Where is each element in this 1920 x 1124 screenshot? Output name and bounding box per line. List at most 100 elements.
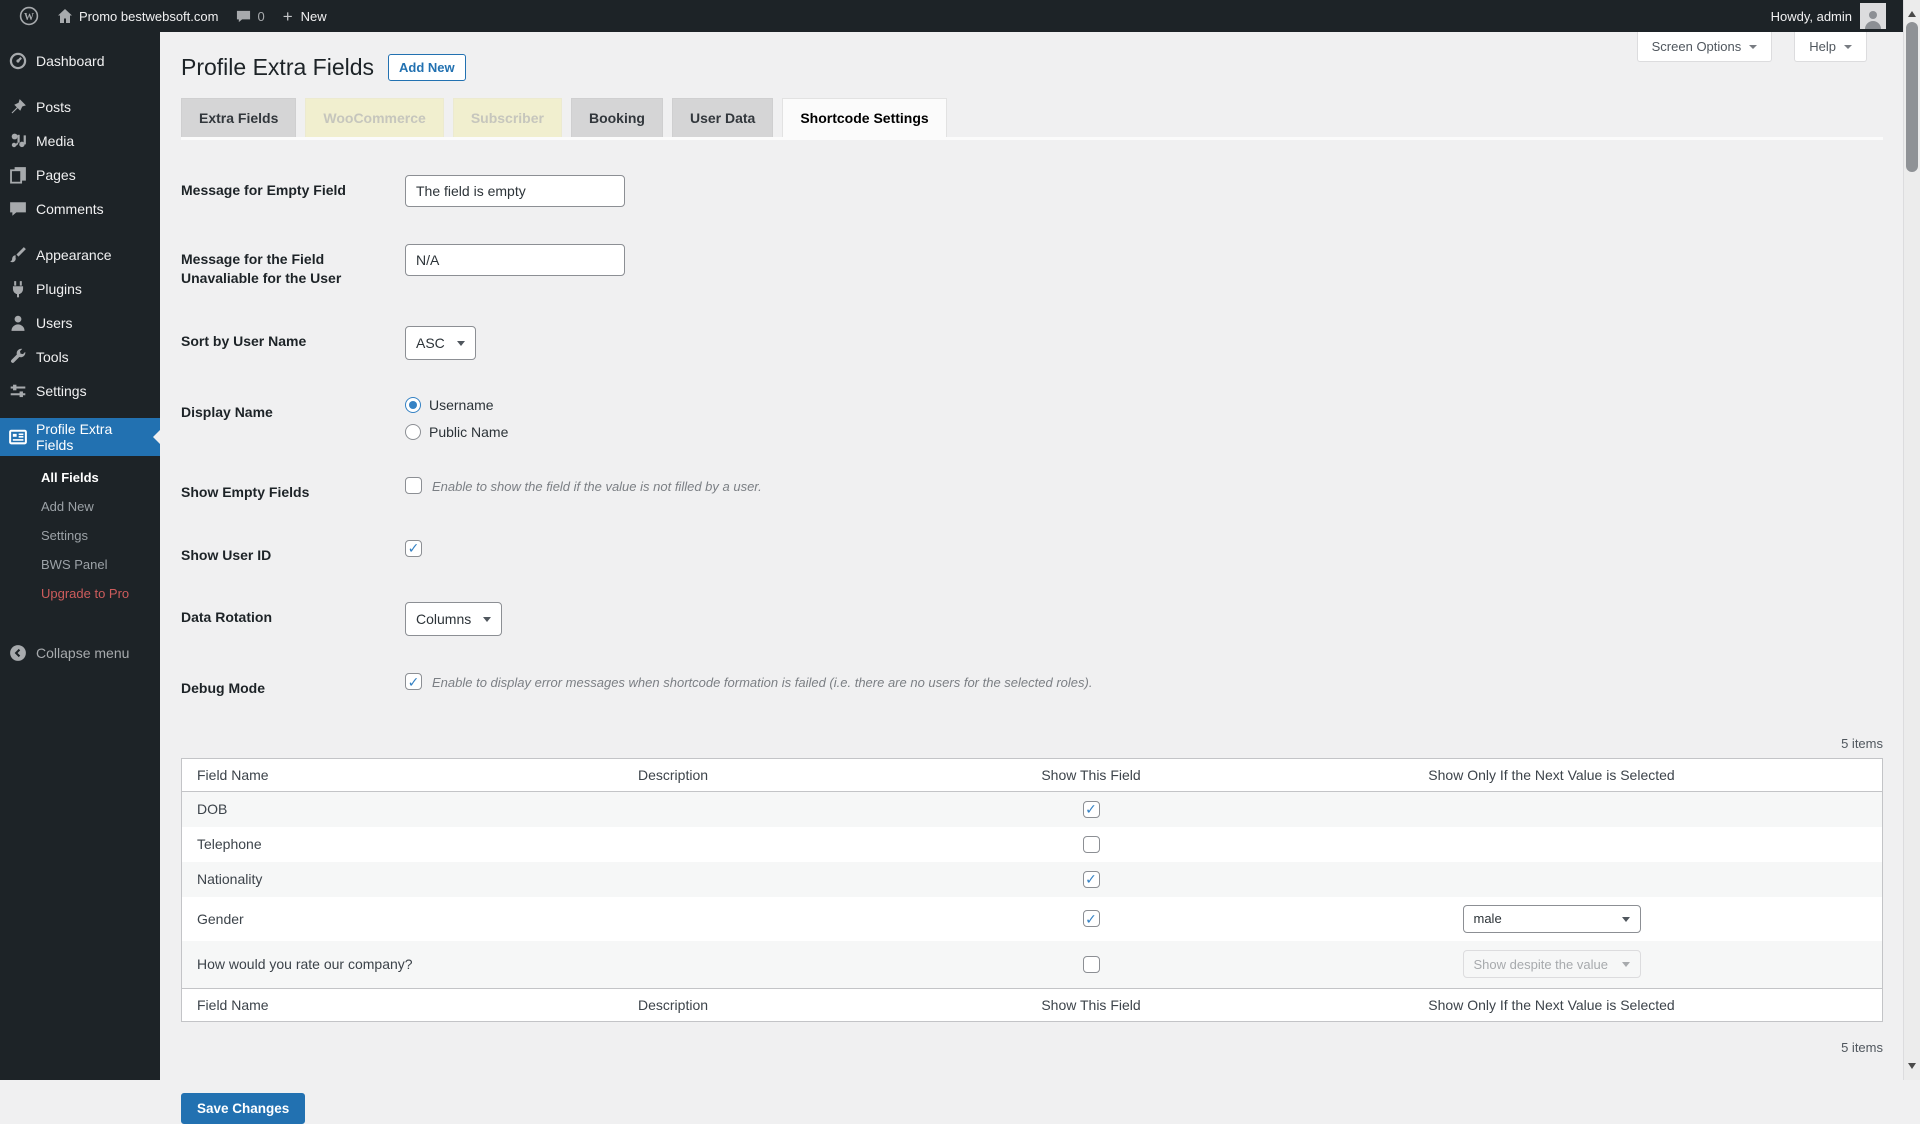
field-name-cell: Telephone [182,828,623,860]
comment-count: 0 [257,9,264,24]
avatar[interactable] [1860,3,1886,29]
screen-options-button[interactable]: Screen Options [1637,32,1773,62]
show-empty-fields-checkbox[interactable] [405,477,422,494]
tab-subscriber[interactable]: Subscriber [453,98,562,137]
help-label: Help [1809,39,1836,54]
debug-mode-checkbox[interactable] [405,673,422,690]
submenu-item-upgrade-to-pro[interactable]: Upgrade to Pro [0,579,160,608]
description-cell [623,911,961,927]
table-row: Gender male [182,897,1882,941]
tab-booking[interactable]: Booking [571,98,663,137]
radio-unselected[interactable] [405,424,421,440]
sidebar-item-pages[interactable]: Pages [0,158,160,192]
sidebar-item-settings[interactable]: Settings [0,374,160,408]
gender-value-select[interactable]: male [1463,905,1641,933]
sidebar-item-profile-extra-fields[interactable]: Profile Extra Fields [0,418,160,456]
show-field-checkbox[interactable] [1083,910,1100,927]
plus-icon: + [283,8,293,25]
show-field-checkbox[interactable] [1083,956,1100,973]
user-icon [9,314,27,332]
radio-selected[interactable] [405,397,421,413]
site-link[interactable]: Promo bestwebsoft.com [48,0,227,32]
scroll-down-arrow-icon[interactable] [1908,1063,1916,1073]
show-user-id-checkbox[interactable] [405,540,422,557]
sidebar-item-label: Pages [36,167,76,183]
help-button[interactable]: Help [1794,32,1867,62]
table-row: Telephone [182,827,1882,862]
display-name-public-name-option[interactable]: Public Name [405,424,508,440]
submenu-item-all-fields[interactable]: All Fields [0,463,160,492]
collapse-icon [9,644,27,662]
sidebar-item-label: Posts [36,99,71,115]
rate-company-value-select-value: Show despite the value [1474,957,1608,972]
sidebar-item-label: Comments [36,201,104,217]
sidebar-item-users[interactable]: Users [0,306,160,340]
sort-label: Sort by User Name [181,326,405,360]
sidebar-item-media[interactable]: Media [0,124,160,158]
tab-shortcode-settings[interactable]: Shortcode Settings [782,98,946,137]
fields-table: Field Name Description Show This Field S… [181,758,1883,1022]
scrollbar-thumb[interactable] [1906,22,1918,172]
header-show-this-field: Show This Field [961,759,1231,791]
description-cell [623,836,961,852]
new-content-menu[interactable]: + New [274,0,336,32]
save-changes-button[interactable]: Save Changes [181,1093,305,1124]
submenu-item-settings[interactable]: Settings [0,521,160,550]
field-name-cell: Nationality [182,863,623,895]
field-name-cell: How would you rate our company? [182,948,623,980]
chevron-down-icon [457,341,465,350]
page-title: Profile Extra Fields [181,53,374,83]
tab-user-data[interactable]: User Data [672,98,773,137]
footer-description: Description [623,989,961,1021]
unavailable-field-label: Message for the Field Unavaliable for th… [181,244,405,289]
collapse-menu-button[interactable]: Collapse menu [0,636,160,670]
menu-separator [0,226,160,238]
sidebar-item-label: Media [36,133,74,149]
sidebar-item-tools[interactable]: Tools [0,340,160,374]
comments-admin-item[interactable]: 0 [227,0,273,32]
collapse-menu-label: Collapse menu [36,645,129,661]
sidebar-item-plugins[interactable]: Plugins [0,272,160,306]
chevron-down-icon [1622,917,1630,926]
radio-label: Username [429,397,494,413]
table-row: DOB [182,792,1882,827]
show-field-checkbox[interactable] [1083,871,1100,888]
media-icon [9,132,27,150]
tab-woocommerce[interactable]: WooCommerce [305,98,443,137]
sidebar-item-dashboard[interactable]: Dashboard [0,44,160,78]
sidebar-item-label: Profile Extra Fields [36,421,152,453]
field-name-cell: Gender [182,903,623,935]
shortcode-settings-form: Message for Empty Field Message for the … [181,175,1883,699]
unavailable-field-input[interactable] [405,244,625,276]
sort-select[interactable]: ASC [405,326,476,360]
submenu-item-bws-panel[interactable]: BWS Panel [0,550,160,579]
scroll-up-arrow-icon[interactable] [1908,7,1916,17]
page-scrollbar[interactable] [1903,0,1920,1080]
current-menu-arrow [145,429,161,445]
data-rotation-select[interactable]: Columns [405,602,502,636]
show-field-checkbox[interactable] [1083,836,1100,853]
profile-fields-icon [9,428,27,446]
description-cell [623,956,961,972]
sidebar-item-comments[interactable]: Comments [0,192,160,226]
field-name-cell: DOB [182,793,623,825]
sidebar-item-posts[interactable]: Posts [0,90,160,124]
empty-field-input[interactable] [405,175,625,207]
submenu-item-add-new[interactable]: Add New [0,492,160,521]
show-field-checkbox[interactable] [1083,801,1100,818]
screen-options-label: Screen Options [1652,39,1742,54]
chevron-down-icon [1622,962,1630,971]
sidebar-item-appearance[interactable]: Appearance [0,238,160,272]
table-header-row: Field Name Description Show This Field S… [182,759,1882,792]
dashboard-icon [9,52,27,70]
header-field-name: Field Name [182,759,623,791]
profile-extra-fields-submenu: All Fields Add New Settings BWS Panel Up… [0,456,160,618]
wordpress-logo-icon: W [19,6,39,26]
tab-extra-fields[interactable]: Extra Fields [181,98,296,137]
wordpress-logo-menu[interactable]: W [10,0,48,32]
display-name-username-option[interactable]: Username [405,397,508,413]
sidebar-item-label: Dashboard [36,53,105,69]
add-new-button[interactable]: Add New [388,54,466,81]
howdy-text[interactable]: Howdy, admin [1771,9,1852,24]
display-name-label: Display Name [181,397,405,440]
